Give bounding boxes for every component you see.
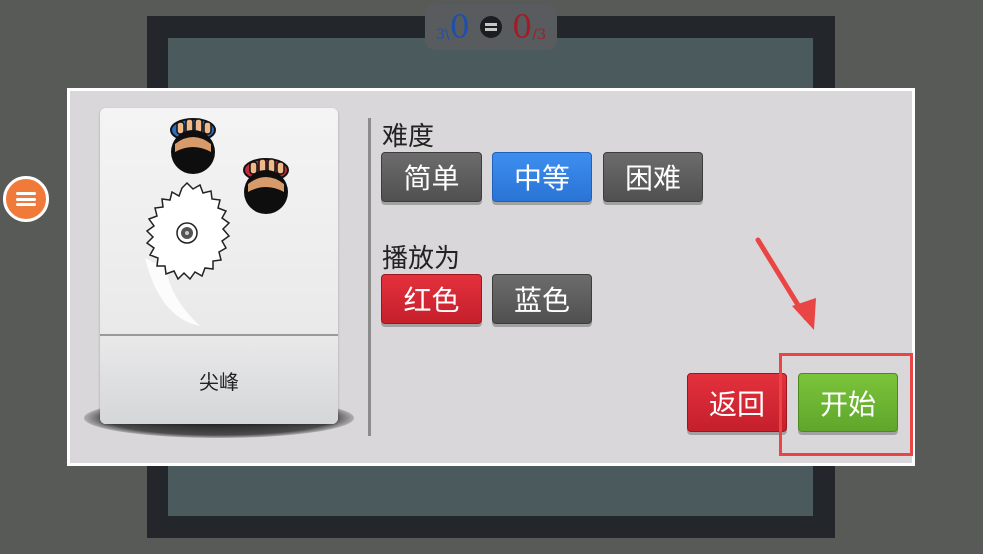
- vertical-divider: [368, 118, 371, 436]
- difficulty-hard-button[interactable]: 困难: [603, 152, 703, 202]
- play-as-label: 播放为: [382, 244, 461, 274]
- play-as-red-button[interactable]: 红色: [381, 274, 482, 324]
- level-name: 尖峰: [199, 370, 239, 394]
- play-as-blue-button[interactable]: 蓝色: [492, 274, 592, 324]
- annotation-arrow-icon: [755, 237, 816, 330]
- back-button[interactable]: 返回: [687, 373, 787, 432]
- red-target: /3: [532, 27, 546, 43]
- annotation-highlight-box: [779, 353, 913, 456]
- equal-icon: [480, 16, 502, 38]
- blue-target: 3\: [436, 27, 450, 43]
- scoreboard: 3\ 0 0 /3: [425, 4, 557, 50]
- hamburger-menu-icon: [16, 192, 36, 206]
- red-player-icon: [243, 158, 289, 214]
- difficulty-easy-button[interactable]: 简单: [381, 152, 482, 202]
- difficulty-medium-button[interactable]: 中等: [492, 152, 592, 202]
- level-preview: [145, 118, 289, 326]
- blue-score: 0: [449, 8, 470, 46]
- menu-button[interactable]: [3, 176, 49, 222]
- level-card[interactable]: 尖峰: [100, 108, 338, 424]
- blue-player-icon: [170, 118, 216, 174]
- red-score: 0: [512, 8, 533, 46]
- difficulty-label: 难度: [382, 122, 435, 152]
- saw-blade-icon: [145, 181, 231, 281]
